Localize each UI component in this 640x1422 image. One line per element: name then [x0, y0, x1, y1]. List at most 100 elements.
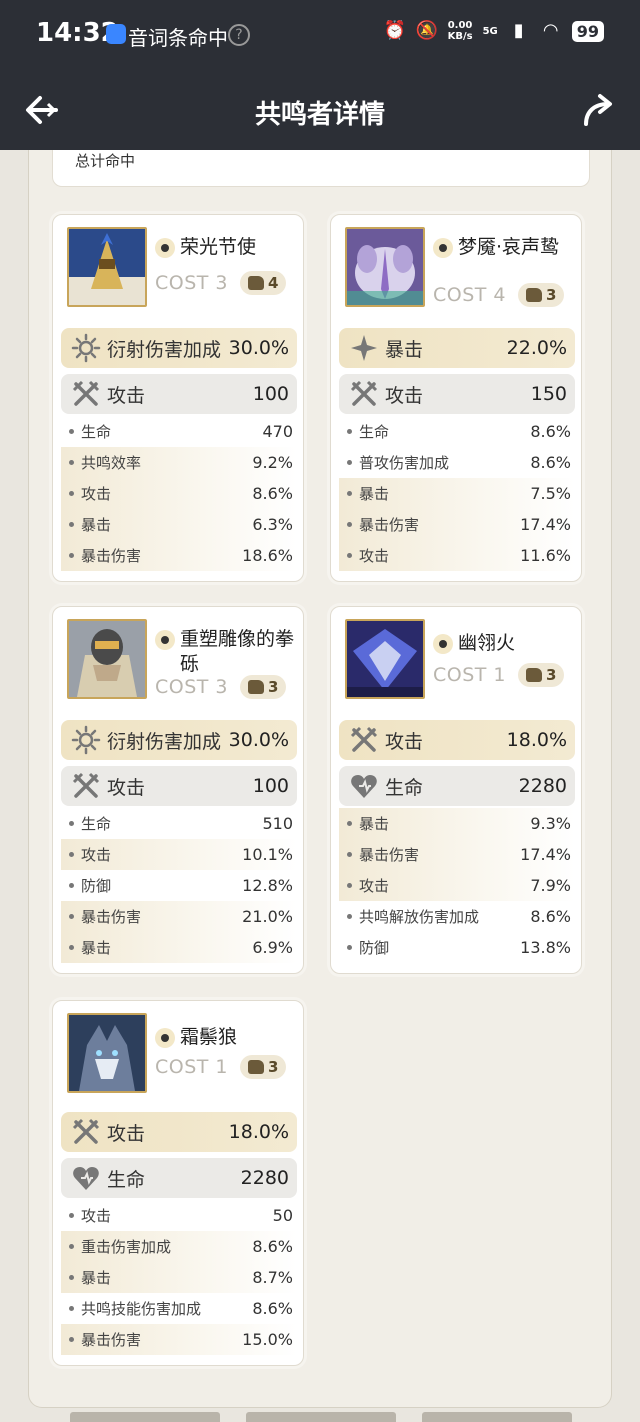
sub-stat-row: 生命 8.6%	[339, 416, 575, 447]
echo-level: 4	[268, 274, 279, 292]
total-hits-label: 总计命中	[75, 152, 136, 170]
app-notification-icon	[106, 24, 126, 44]
main-stat-name: 暴击	[385, 338, 424, 361]
bullet-icon	[69, 553, 74, 558]
main-stat: 攻击 18.0%	[339, 720, 575, 760]
sub-stat-value: 8.6%	[530, 907, 571, 926]
help-icon: ?	[228, 24, 250, 46]
attack-icon	[349, 725, 379, 755]
echo-name: 荣光节使	[180, 236, 257, 258]
sub-stat-name: 暴击	[359, 485, 390, 503]
diffraction-icon	[71, 725, 101, 755]
sub-stat-row: 暴击 6.9%	[61, 932, 297, 963]
bullet-icon	[347, 883, 352, 888]
echo-name: 幽翎火	[458, 632, 516, 654]
page-title: 共鸣者详情	[254, 100, 385, 130]
sub-stat-value: 7.9%	[530, 876, 571, 895]
main-stat-value: 30.0%	[228, 337, 289, 359]
sonata-set-icon	[155, 238, 175, 258]
sub-stat-value: 470	[262, 422, 293, 441]
sub-stat-name: 生命	[81, 423, 112, 441]
sub-stat-row: 防御 13.8%	[339, 932, 575, 963]
hp-icon	[349, 771, 379, 801]
sub-stat-value: 50	[272, 1206, 293, 1225]
echo-card[interactable]: 重塑雕像的拳砾 COST 3 3 衍射伤害加成 30.0% 攻击 100 生命 51…	[52, 606, 304, 974]
second-stat-value: 2280	[518, 775, 567, 797]
sub-stat-row: 暴击 8.7%	[61, 1262, 297, 1293]
echo-portrait-image	[67, 227, 147, 307]
sonata-set-icon	[155, 630, 175, 650]
sub-stat-name: 共鸣效率	[81, 454, 142, 472]
echo-card[interactable]: 梦魇·哀声鸷 COST 4 3 暴击 22.0% 攻击 150 生命 8.6% 普攻…	[330, 214, 582, 582]
sub-stat-value: 18.6%	[242, 546, 293, 565]
second-main-stat: 攻击 100	[61, 766, 297, 806]
bullet-icon	[69, 491, 74, 496]
second-stat-value: 100	[252, 775, 289, 797]
sub-stat-row: 重击伤害加成 8.6%	[61, 1231, 297, 1262]
share-icon[interactable]	[578, 90, 618, 130]
main-stat-value: 30.0%	[228, 729, 289, 751]
net-speed-unit: KB/s	[447, 31, 473, 42]
sub-stat-row: 普攻伤害加成 8.6%	[339, 447, 575, 478]
echo-card[interactable]: 霜鬃狼 COST 1 3 攻击 18.0% 生命 2280 攻击 50 重击伤害加成…	[52, 1000, 304, 1366]
bullet-icon	[69, 914, 74, 919]
main-stat-name: 衍射伤害加成	[107, 338, 222, 361]
sub-stat-row: 共鸣技能伤害加成 8.6%	[61, 1293, 297, 1324]
battery-icon: 99	[571, 20, 604, 42]
attack-icon	[349, 379, 379, 409]
main-stat-value: 22.0%	[506, 337, 567, 359]
bullet-icon	[69, 1306, 74, 1311]
sub-stat-value: 21.0%	[242, 907, 293, 926]
summary-card: 总计命中	[52, 150, 590, 187]
echo-level: 3	[546, 666, 557, 684]
sub-stat-value: 8.6%	[252, 484, 293, 503]
sub-stat-value: 15.0%	[242, 1330, 293, 1349]
echo-card[interactable]: 荣光节使 COST 3 4 衍射伤害加成 30.0% 攻击 100 生命 470 共…	[52, 214, 304, 582]
bullet-icon	[347, 522, 352, 527]
sub-stat-name: 暴击伤害	[81, 908, 142, 926]
main-stat-name: 攻击	[107, 1122, 146, 1145]
sub-stat-name: 防御	[359, 939, 390, 957]
sub-stat-value: 6.3%	[252, 515, 293, 534]
echo-level-badge: 3	[240, 675, 287, 699]
sub-stat-name: 暴击	[81, 516, 112, 534]
hp-icon	[71, 1163, 101, 1193]
next-section-edge	[70, 1412, 220, 1422]
sub-stat-name: 共鸣解放伤害加成	[359, 908, 480, 926]
second-main-stat: 生命 2280	[339, 766, 575, 806]
echo-level-badge: 4	[240, 271, 287, 295]
echo-card[interactable]: 幽翎火 COST 1 3 攻击 18.0% 生命 2280 暴击 9.3% 暴击伤害…	[330, 606, 582, 974]
sub-stat-row: 暴击 7.5%	[339, 478, 575, 509]
sub-stat-name: 攻击	[359, 877, 390, 895]
sub-stat-name: 生命	[81, 815, 112, 833]
bullet-icon	[347, 821, 352, 826]
bullet-icon	[69, 821, 74, 826]
attack-icon	[71, 379, 101, 409]
sub-stat-name: 共鸣技能伤害加成	[81, 1300, 202, 1318]
sub-stat-row: 攻击 11.6%	[339, 540, 575, 571]
thumb-icon	[526, 668, 543, 682]
sub-stat-name: 攻击	[359, 547, 390, 565]
sub-stat-row: 攻击 10.1%	[61, 839, 297, 870]
echo-cost: COST 1	[155, 1056, 229, 1078]
main-stat-name: 攻击	[385, 730, 424, 753]
sub-stat-row: 暴击伤害 17.4%	[339, 839, 575, 870]
bullet-icon	[69, 883, 74, 888]
sub-stat-name: 普攻伤害加成	[359, 454, 450, 472]
sub-stat-list: 生命 470 共鸣效率 9.2% 攻击 8.6% 暴击 6.3% 暴击伤害 18.6%	[61, 416, 297, 571]
sub-stat-name: 防御	[81, 877, 112, 895]
echo-name: 梦魇·哀声鸷	[458, 236, 560, 258]
echo-portrait-image	[67, 1013, 147, 1093]
echo-name: 重塑雕像的拳砾	[180, 628, 295, 675]
attack-icon	[71, 771, 101, 801]
bullet-icon	[347, 553, 352, 558]
second-stat-name: 生命	[385, 776, 424, 799]
second-main-stat: 攻击 100	[61, 374, 297, 414]
main-stat: 衍射伤害加成 30.0%	[61, 720, 297, 760]
diffraction-icon	[71, 333, 101, 363]
crit-icon	[349, 333, 379, 363]
second-stat-value: 2280	[240, 1167, 289, 1189]
sub-stat-name: 生命	[359, 423, 390, 441]
echo-cost: COST 1	[433, 664, 507, 686]
main-stat-name: 衍射伤害加成	[107, 730, 222, 753]
